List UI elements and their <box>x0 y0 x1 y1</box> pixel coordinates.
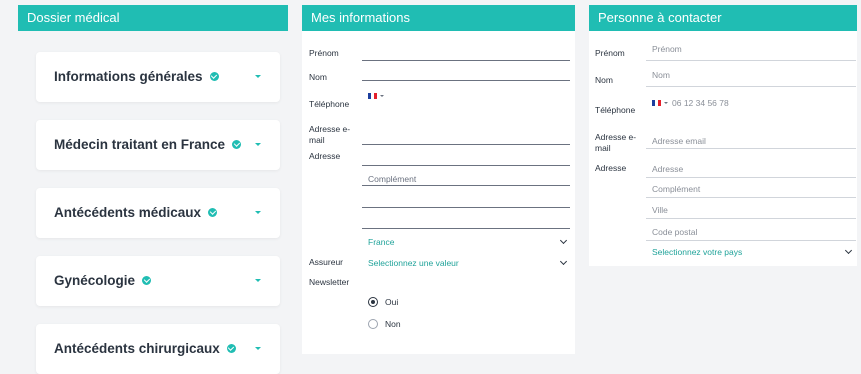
radio-label-oui: Oui <box>385 297 399 307</box>
email-label: Adresse e-mail <box>309 124 351 145</box>
contact-panel: Personne à contacter Prénom Prénom Nom N… <box>589 5 857 266</box>
radio-label-non: Non <box>385 319 401 329</box>
newsletter-label: Newsletter <box>309 277 350 287</box>
contact-telephone-label: Téléphone <box>595 105 636 115</box>
prenom-input[interactable] <box>362 60 570 61</box>
caret-down-icon[interactable] <box>255 143 261 146</box>
accordion-antecedents-medicaux[interactable]: Antécédents médicaux <box>36 188 280 238</box>
check-circle-icon <box>208 207 218 217</box>
adresse-input[interactable] <box>362 165 570 166</box>
code-postal-input[interactable] <box>362 228 570 229</box>
contact-header: Personne à contacter <box>589 5 857 31</box>
contact-adresse-label: Adresse <box>595 163 627 173</box>
contact-email-underline <box>646 148 856 149</box>
adresse-label: Adresse <box>309 151 341 161</box>
ville-input[interactable] <box>362 207 570 208</box>
mes-informations-panel: Mes informations Prénom Nom Téléphone Ad… <box>302 5 575 354</box>
flag-dropdown-icon[interactable] <box>664 102 668 104</box>
contact-complement-underline <box>646 197 856 198</box>
mes-informations-header: Mes informations <box>302 5 575 31</box>
contact-adresse-input[interactable]: Adresse <box>652 164 683 174</box>
pays-select[interactable]: France <box>368 237 394 247</box>
chevron-down-icon[interactable] <box>559 236 568 245</box>
section-title: Informations générales <box>54 69 203 84</box>
complement-underline <box>362 185 570 186</box>
contact-complement-input[interactable]: Complément <box>652 184 700 194</box>
caret-down-icon[interactable] <box>255 211 261 214</box>
prenom-label: Prénom <box>309 48 339 58</box>
accordion-informations-generales[interactable]: Informations générales <box>36 52 280 102</box>
flag-fr-icon[interactable] <box>368 93 377 99</box>
nom-input[interactable] <box>362 80 570 81</box>
check-circle-icon <box>209 71 219 81</box>
contact-email-label: Adresse e-mail <box>595 132 637 153</box>
caret-down-icon[interactable] <box>255 347 261 350</box>
chevron-down-icon[interactable] <box>559 257 568 266</box>
check-circle-icon <box>226 343 236 353</box>
accordion-medecin-traitant[interactable]: Médecin traitant en France <box>36 120 280 170</box>
flag-dropdown-icon[interactable] <box>380 95 384 97</box>
dossier-panel: Dossier médical Informations générales M… <box>18 5 288 374</box>
contact-email-input[interactable]: Adresse email <box>652 136 706 146</box>
section-title: Médecin traitant en France <box>54 137 226 152</box>
assureur-select[interactable]: Selectionnez une valeur <box>368 258 459 268</box>
contact-adresse-underline <box>646 177 856 178</box>
contact-prenom-underline <box>646 60 856 61</box>
newsletter-radio-oui[interactable] <box>368 297 378 307</box>
telephone-input[interactable] <box>362 106 570 107</box>
email-input[interactable] <box>362 144 570 145</box>
accordion-gynecologie[interactable]: Gynécologie <box>36 256 280 306</box>
check-circle-icon <box>142 275 152 285</box>
contact-nom-input[interactable]: Nom <box>652 70 670 80</box>
contact-ville-underline <box>646 218 856 219</box>
check-circle-icon <box>232 139 242 149</box>
nom-label: Nom <box>309 72 327 82</box>
flag-fr-icon[interactable] <box>652 100 661 106</box>
contact-code-postal-input[interactable]: Code postal <box>652 227 697 237</box>
telephone-label: Téléphone <box>309 99 350 109</box>
contact-nom-underline <box>646 86 856 87</box>
caret-down-icon[interactable] <box>255 75 261 78</box>
contact-nom-label: Nom <box>595 75 613 85</box>
caret-down-icon[interactable] <box>255 279 261 282</box>
newsletter-radio-non[interactable] <box>368 319 378 329</box>
contact-prenom-label: Prénom <box>595 48 625 58</box>
section-title: Antécédents médicaux <box>54 205 202 220</box>
chevron-down-icon[interactable] <box>844 246 853 255</box>
contact-pays-select[interactable]: Selectionnez votre pays <box>652 247 742 257</box>
contact-code-postal-underline <box>646 240 856 241</box>
contact-telephone-input[interactable]: 06 12 34 56 78 <box>672 98 729 108</box>
section-title: Antécédents chirurgicaux <box>54 341 220 356</box>
contact-ville-input[interactable]: Ville <box>652 205 668 215</box>
complement-input[interactable]: Complément <box>368 174 416 184</box>
dossier-header: Dossier médical <box>18 5 288 31</box>
contact-prenom-input[interactable]: Prénom <box>652 44 682 54</box>
assureur-label: Assureur <box>309 257 344 267</box>
section-title: Gynécologie <box>54 273 136 288</box>
